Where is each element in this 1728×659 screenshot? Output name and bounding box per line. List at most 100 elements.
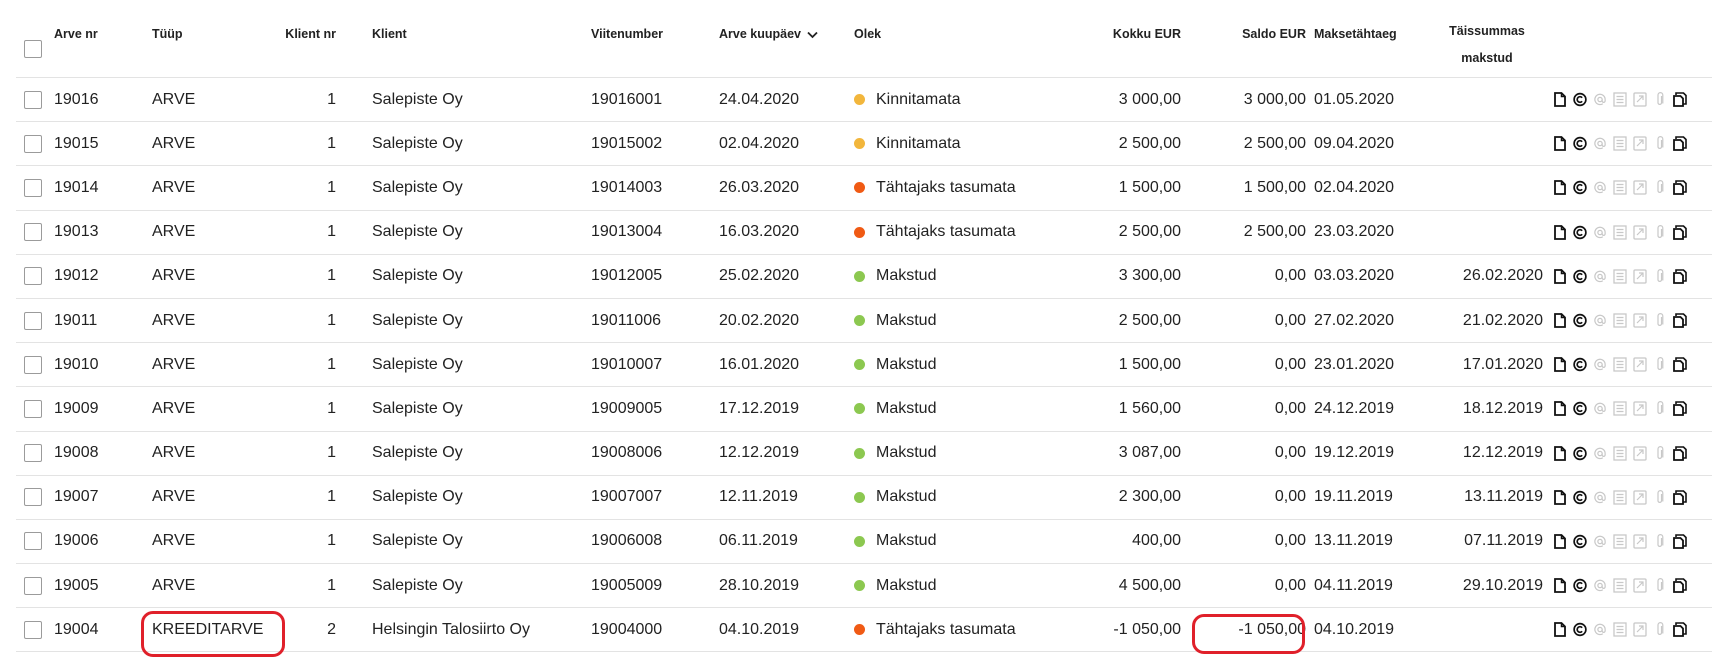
cell-klient[interactable]: Salepiste Oy [372,387,463,430]
copy-icon[interactable] [1673,224,1687,240]
list-icon[interactable] [1613,622,1627,638]
col-olek[interactable]: Olek [854,0,881,77]
at-icon[interactable] [1593,313,1607,329]
copyright-icon[interactable] [1573,622,1587,638]
row-checkbox[interactable] [24,223,42,242]
document-icon[interactable] [1553,357,1567,373]
cell-arve-nr[interactable]: 19011 [54,299,97,342]
at-icon[interactable] [1593,578,1607,594]
row-checkbox[interactable] [24,620,42,639]
receipt-icon[interactable] [1633,445,1647,461]
copy-icon[interactable] [1673,268,1687,284]
list-icon[interactable] [1613,578,1627,594]
document-icon[interactable] [1553,445,1567,461]
copyright-icon[interactable] [1573,313,1587,329]
at-icon[interactable] [1593,92,1607,108]
col-kokku[interactable]: Kokku EUR [1046,0,1181,77]
copyright-icon[interactable] [1573,136,1587,152]
col-taissummas[interactable]: Täissummas makstud [1431,0,1543,77]
document-icon[interactable] [1553,224,1567,240]
at-icon[interactable] [1593,533,1607,549]
cell-arve-nr[interactable]: 19006 [54,520,99,563]
table-row[interactable]: 19005 ARVE 1 Salepiste Oy 19005009 28.10… [16,564,1712,609]
row-checkbox[interactable] [24,311,42,330]
row-checkbox[interactable] [24,399,42,418]
paperclip-icon[interactable] [1653,180,1667,196]
cell-arve-nr[interactable]: 19014 [54,166,99,209]
list-icon[interactable] [1613,313,1627,329]
paperclip-icon[interactable] [1653,136,1667,152]
table-row[interactable]: 19006 ARVE 1 Salepiste Oy 19006008 06.11… [16,520,1712,565]
at-icon[interactable] [1593,445,1607,461]
table-row[interactable]: 19013 ARVE 1 Salepiste Oy 19013004 16.03… [16,211,1712,255]
at-icon[interactable] [1593,401,1607,417]
paperclip-icon[interactable] [1653,268,1667,284]
receipt-icon[interactable] [1633,533,1647,549]
copyright-icon[interactable] [1573,357,1587,373]
copyright-icon[interactable] [1573,180,1587,196]
document-icon[interactable] [1553,136,1567,152]
copy-icon[interactable] [1673,401,1687,417]
row-checkbox[interactable] [24,134,42,153]
table-row[interactable]: 19011 ARVE 1 Salepiste Oy 19011006 20.02… [16,299,1712,344]
cell-arve-nr[interactable]: 19016 [54,78,99,121]
copyright-icon[interactable] [1573,489,1587,505]
row-checkbox[interactable] [24,355,42,374]
copy-icon[interactable] [1673,489,1687,505]
cell-arve-nr[interactable]: 19004 [54,608,99,651]
document-icon[interactable] [1553,533,1567,549]
cell-klient[interactable]: Salepiste Oy [372,432,463,475]
at-icon[interactable] [1593,489,1607,505]
row-checkbox[interactable] [24,90,42,109]
list-icon[interactable] [1613,533,1627,549]
cell-arve-nr[interactable]: 19007 [54,476,99,519]
cell-arve-nr[interactable]: 19005 [54,564,99,607]
table-row[interactable]: 19016 ARVE 1 Salepiste Oy 19016001 24.04… [16,78,1712,123]
document-icon[interactable] [1553,401,1567,417]
paperclip-icon[interactable] [1653,92,1667,108]
paperclip-icon[interactable] [1653,313,1667,329]
receipt-icon[interactable] [1633,92,1647,108]
col-maksetahtaeg[interactable]: Maksetähtaeg [1314,0,1397,77]
cell-klient[interactable]: Salepiste Oy [372,211,463,254]
cell-arve-nr[interactable]: 19013 [54,211,99,254]
receipt-icon[interactable] [1633,224,1647,240]
col-arve-kuupaev[interactable]: Arve kuupäev [719,0,818,77]
paperclip-icon[interactable] [1653,401,1667,417]
cell-klient[interactable]: Salepiste Oy [372,122,463,165]
col-klient[interactable]: Klient [372,0,407,77]
table-row[interactable]: 19004 KREEDITARVE 2 Helsingin Talosiirto… [16,608,1712,653]
list-icon[interactable] [1613,92,1627,108]
cell-klient[interactable]: Salepiste Oy [372,255,463,298]
receipt-icon[interactable] [1633,268,1647,284]
copyright-icon[interactable] [1573,401,1587,417]
select-all-checkbox[interactable] [24,40,42,58]
paperclip-icon[interactable] [1653,489,1667,505]
receipt-icon[interactable] [1633,578,1647,594]
copy-icon[interactable] [1673,578,1687,594]
row-checkbox[interactable] [24,576,42,595]
row-checkbox[interactable] [24,444,42,463]
receipt-icon[interactable] [1633,489,1647,505]
cell-klient[interactable]: Salepiste Oy [372,520,463,563]
document-icon[interactable] [1553,578,1567,594]
receipt-icon[interactable] [1633,313,1647,329]
copy-icon[interactable] [1673,313,1687,329]
table-row[interactable]: 19008 ARVE 1 Salepiste Oy 19008006 12.12… [16,432,1712,476]
copy-icon[interactable] [1673,136,1687,152]
col-tyyp[interactable]: Tüüp [152,0,183,77]
table-row[interactable]: 19010 ARVE 1 Salepiste Oy 19010007 16.01… [16,343,1712,388]
table-row[interactable]: 19009 ARVE 1 Salepiste Oy 19009005 17.12… [16,387,1712,432]
list-icon[interactable] [1613,180,1627,196]
paperclip-icon[interactable] [1653,224,1667,240]
list-icon[interactable] [1613,401,1627,417]
at-icon[interactable] [1593,268,1607,284]
row-checkbox[interactable] [24,178,42,197]
cell-arve-nr[interactable]: 19012 [54,255,99,298]
list-icon[interactable] [1613,268,1627,284]
paperclip-icon[interactable] [1653,622,1667,638]
table-row[interactable]: 19015 ARVE 1 Salepiste Oy 19015002 02.04… [16,122,1712,167]
row-checkbox[interactable] [24,532,42,551]
at-icon[interactable] [1593,224,1607,240]
document-icon[interactable] [1553,489,1567,505]
